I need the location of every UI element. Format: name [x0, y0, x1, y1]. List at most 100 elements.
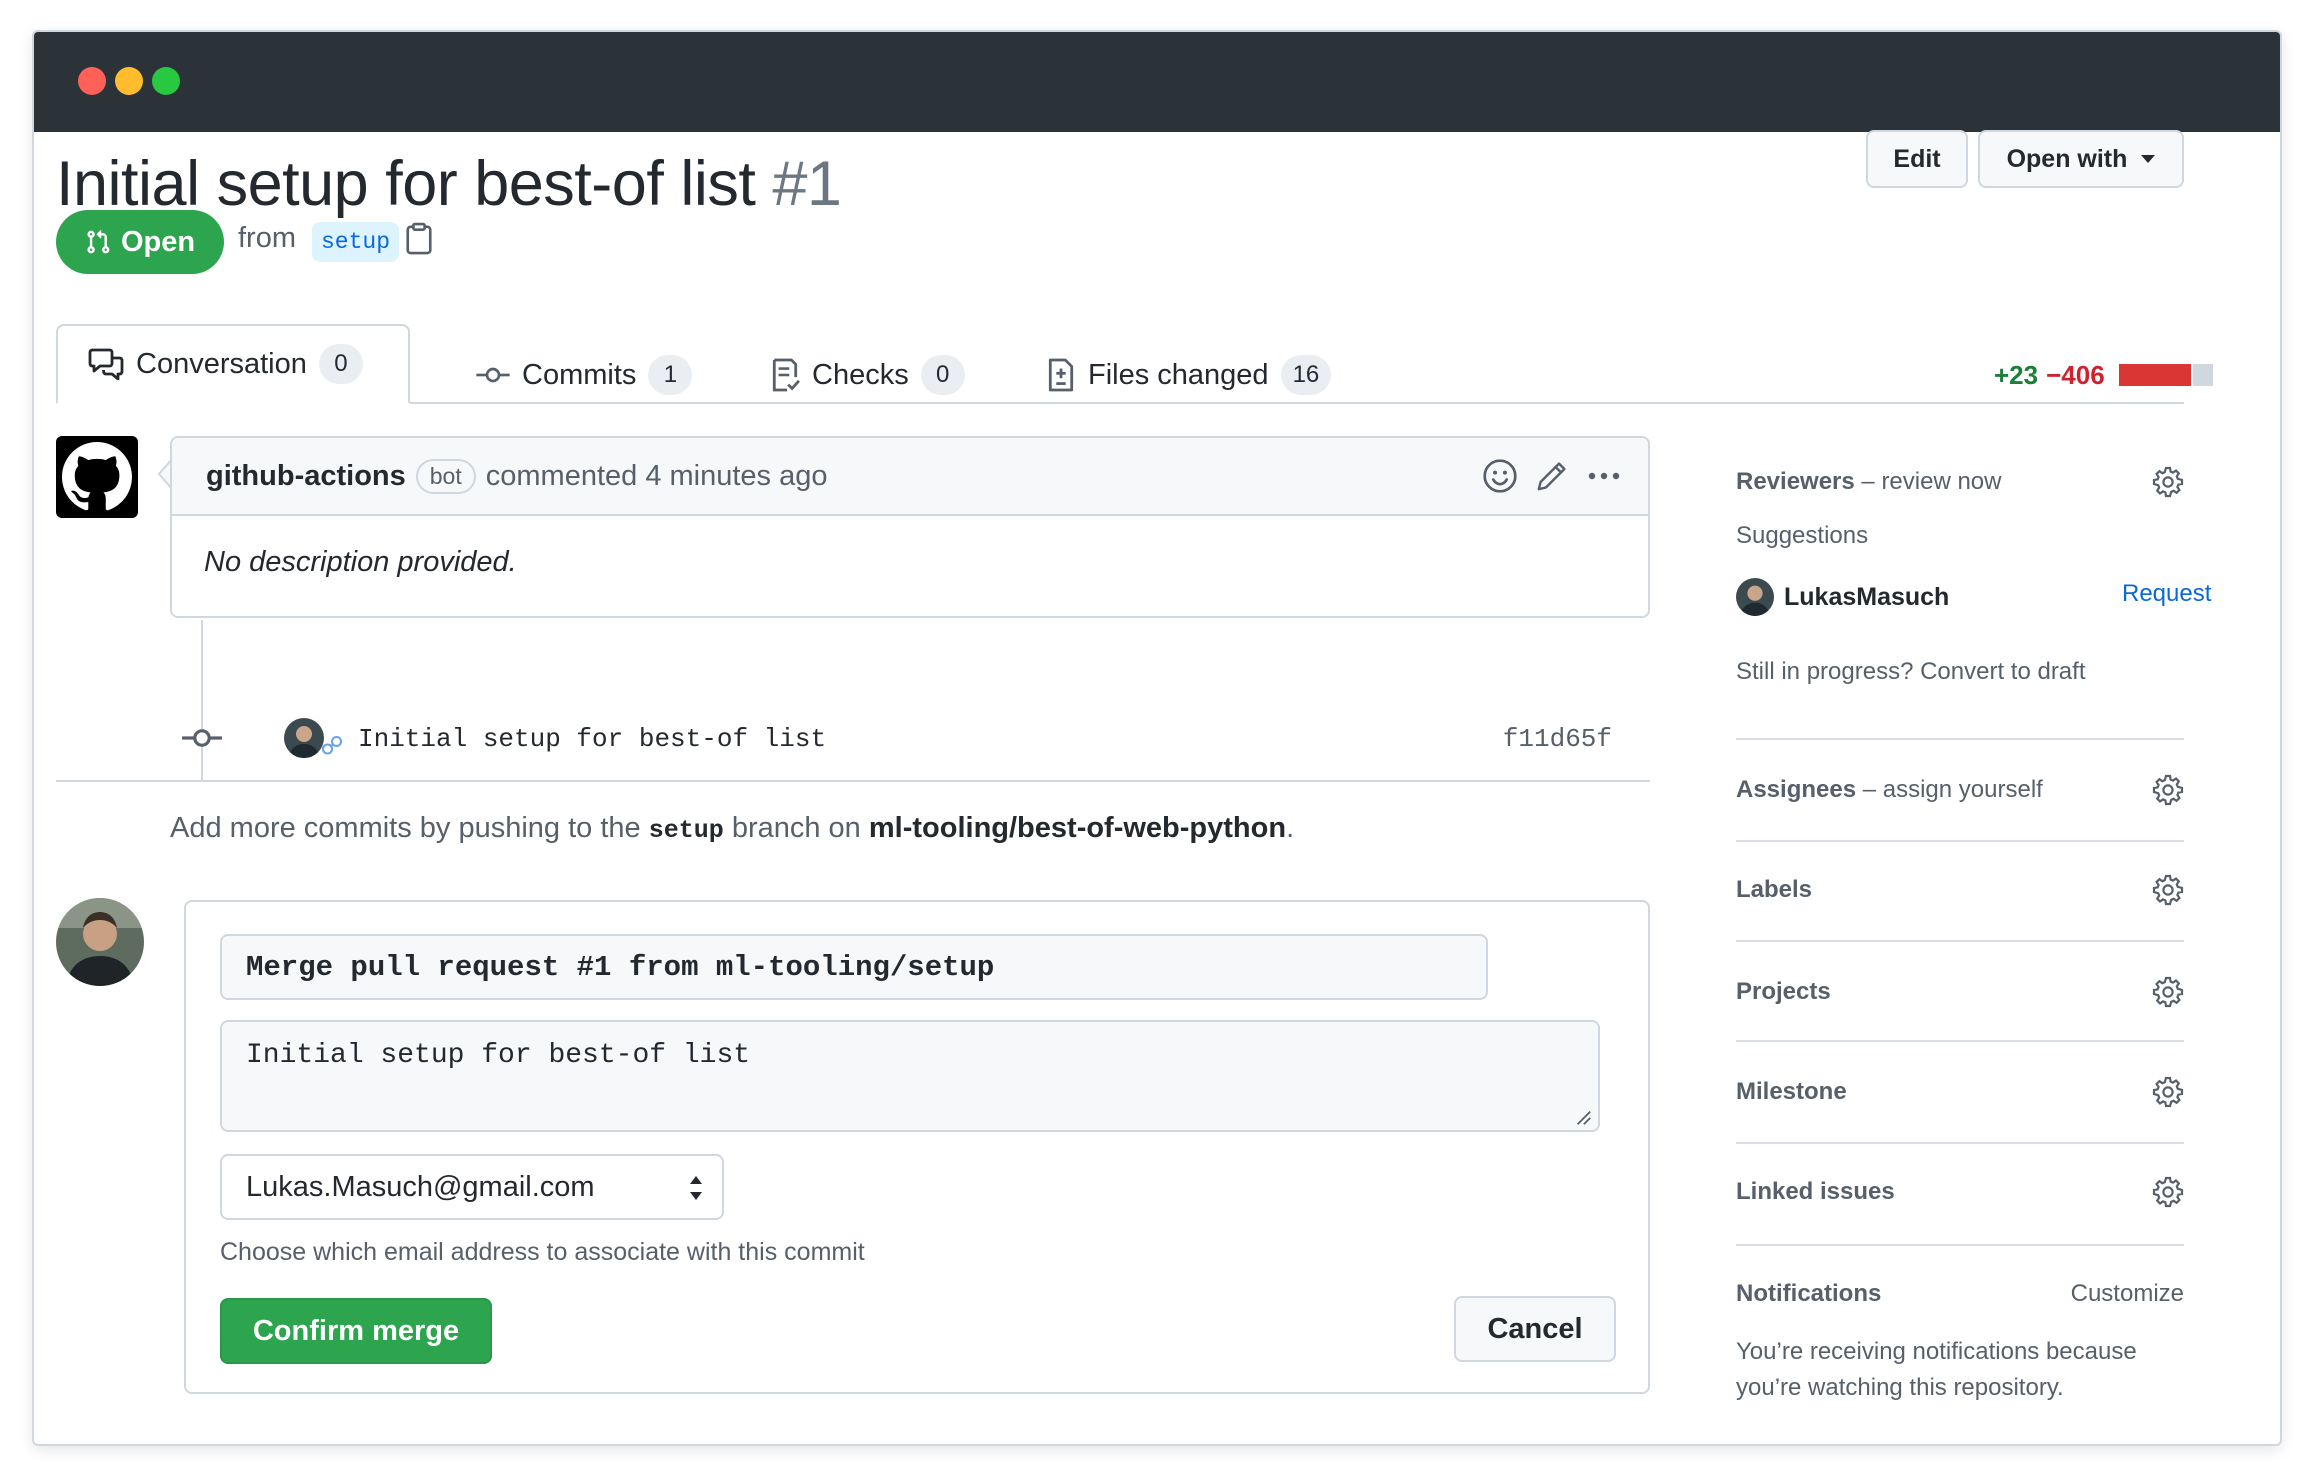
tab-conversation-label: Conversation	[136, 347, 307, 380]
diffstat-bar-deleted	[2118, 364, 2191, 386]
gear-icon[interactable]	[2152, 1176, 2184, 1208]
tab-files-changed[interactable]: Files changed 16	[1046, 346, 1332, 404]
edit-comment-button[interactable]	[1536, 460, 1568, 500]
open-with-button[interactable]: Open with	[1978, 130, 2184, 188]
sidebar-notifications: Notifications Customize	[1736, 1280, 2184, 1308]
commit-author-avatar[interactable]	[284, 718, 324, 758]
linked-issues-heading: Linked issues	[1736, 1178, 1895, 1206]
select-arrows-icon	[690, 1176, 702, 1200]
diffstat-deletions: −406	[2046, 359, 2105, 390]
diffstat-bar-neutral	[2192, 364, 2213, 386]
tab-conversation-count: 0	[318, 344, 363, 384]
comment-body: No description provided.	[204, 546, 517, 578]
sidebar-divider	[1736, 840, 2184, 842]
tab-files-changed-count: 16	[1280, 355, 1332, 395]
notifications-label: Notifications	[1736, 1280, 1882, 1307]
reviewers-hint[interactable]: – review now	[1861, 468, 2001, 495]
commit-row: Initial setup for best-of list f11d65f	[180, 716, 1642, 760]
notifications-heading: Notifications	[1736, 1280, 1881, 1308]
merge-form: Merge pull request #1 from ml-tooling/se…	[184, 900, 1650, 1394]
customize-notifications-link[interactable]: Customize	[2071, 1280, 2184, 1308]
open-with-label: Open with	[2006, 144, 2128, 173]
sidebar-reviewers[interactable]: Reviewers – review now	[1736, 466, 2184, 498]
labels-label: Labels	[1736, 876, 1813, 903]
suggested-reviewer[interactable]: LukasMasuch	[1736, 578, 1949, 616]
add-reaction-button[interactable]	[1482, 458, 1518, 502]
labels-heading: Labels	[1736, 876, 1812, 904]
copy-branch-button[interactable]	[404, 222, 434, 261]
sidebar-divider	[1736, 1244, 2184, 1246]
pencil-icon	[1537, 462, 1566, 491]
chevron-down-icon	[2141, 155, 2156, 163]
sidebar-linked-issues[interactable]: Linked issues	[1736, 1176, 2184, 1208]
comment-author[interactable]: github-actions	[206, 460, 406, 493]
verified-bot-icon	[321, 735, 343, 755]
tab-checks-count: 0	[920, 355, 965, 395]
sidebar-projects[interactable]: Projects	[1736, 976, 2184, 1008]
head-branch[interactable]: setup	[312, 222, 400, 262]
gear-icon[interactable]	[2152, 466, 2184, 498]
git-commit-icon	[182, 729, 222, 747]
edit-button[interactable]: Edit	[1866, 130, 1968, 188]
pr-description-comment: github-actions bot commented 4 minutes a…	[170, 436, 1650, 618]
commit-sha[interactable]: f11d65f	[1503, 724, 1612, 754]
sidebar-divider	[1736, 940, 2184, 942]
merge-commit-title-value: Merge pull request #1 from ml-tooling/se…	[246, 950, 995, 984]
hint-middle: branch on	[731, 812, 861, 844]
confirm-merge-button[interactable]: Confirm merge	[220, 1298, 492, 1364]
diffstat-bar	[2118, 364, 2213, 386]
current-user-avatar[interactable]	[56, 898, 144, 986]
gear-icon[interactable]	[2152, 774, 2184, 806]
sidebar-labels[interactable]: Labels	[1736, 874, 2184, 906]
github-logo	[62, 442, 132, 511]
sidebar-milestone[interactable]: Milestone	[1736, 1076, 2184, 1108]
maximize-window-button[interactable]	[152, 67, 180, 95]
smiley-icon	[1483, 459, 1517, 493]
assignees-label: Assignees	[1736, 776, 1857, 803]
checklist-icon	[772, 358, 800, 392]
comment-discussion-icon	[88, 348, 124, 380]
merge-commit-title-input[interactable]: Merge pull request #1 from ml-tooling/se…	[220, 934, 1488, 1000]
milestone-label: Milestone	[1736, 1078, 1847, 1105]
gear-icon[interactable]	[2152, 1076, 2184, 1108]
merge-commit-body-value: Initial setup for best-of list	[246, 1040, 751, 1071]
tab-commits-label: Commits	[522, 358, 637, 391]
tab-files-changed-label: Files changed	[1088, 358, 1269, 391]
sidebar-divider	[1736, 738, 2184, 740]
avatar-image	[56, 898, 144, 986]
assignees-hint[interactable]: – assign yourself	[1863, 776, 2043, 803]
linked-issues-label: Linked issues	[1736, 1178, 1895, 1205]
git-commit-icon	[476, 367, 510, 383]
comment-options-button[interactable]	[1586, 460, 1622, 500]
merge-commit-body-textarea[interactable]: Initial setup for best-of list	[220, 1020, 1600, 1132]
tab-checks[interactable]: Checks 0	[770, 346, 965, 404]
resize-handle-icon[interactable]	[1574, 1108, 1592, 1126]
window-titlebar	[34, 32, 2280, 132]
add-more-commits-hint: Add more commits by pushing to the setup…	[170, 812, 1294, 845]
cancel-merge-button[interactable]: Cancel	[1454, 1296, 1616, 1362]
tab-commits[interactable]: Commits 1	[476, 346, 693, 404]
request-review-link[interactable]: Request	[2122, 580, 2211, 608]
from-label: from	[238, 222, 296, 254]
pr-number: #1	[772, 149, 842, 219]
diffstat: +23 −406	[1994, 346, 2213, 404]
commit-email-select[interactable]: Lukas.Masuch@gmail.com	[220, 1154, 724, 1220]
hint-repo-link[interactable]: ml-tooling/best-of-web-python	[869, 812, 1286, 844]
kebab-horizontal-icon	[1588, 472, 1620, 480]
commit-email-value: Lukas.Masuch@gmail.com	[246, 1170, 595, 1203]
convert-to-draft-link[interactable]: Still in progress? Convert to draft	[1736, 658, 2086, 686]
edit-button-label: Edit	[1893, 144, 1941, 173]
tab-checks-label: Checks	[812, 358, 909, 391]
projects-heading: Projects	[1736, 978, 1831, 1006]
projects-label: Projects	[1736, 978, 1831, 1005]
tab-conversation[interactable]: Conversation 0	[56, 324, 410, 404]
sidebar-assignees[interactable]: Assignees – assign yourself	[1736, 774, 2184, 806]
github-actions-avatar[interactable]	[56, 436, 138, 518]
suggestions-label: Suggestions	[1736, 522, 1869, 549]
tab-commits-count: 1	[648, 355, 693, 395]
close-window-button[interactable]	[78, 67, 106, 95]
gear-icon[interactable]	[2152, 976, 2184, 1008]
commit-message[interactable]: Initial setup for best-of list	[358, 724, 826, 754]
minimize-window-button[interactable]	[115, 67, 143, 95]
gear-icon[interactable]	[2152, 874, 2184, 906]
